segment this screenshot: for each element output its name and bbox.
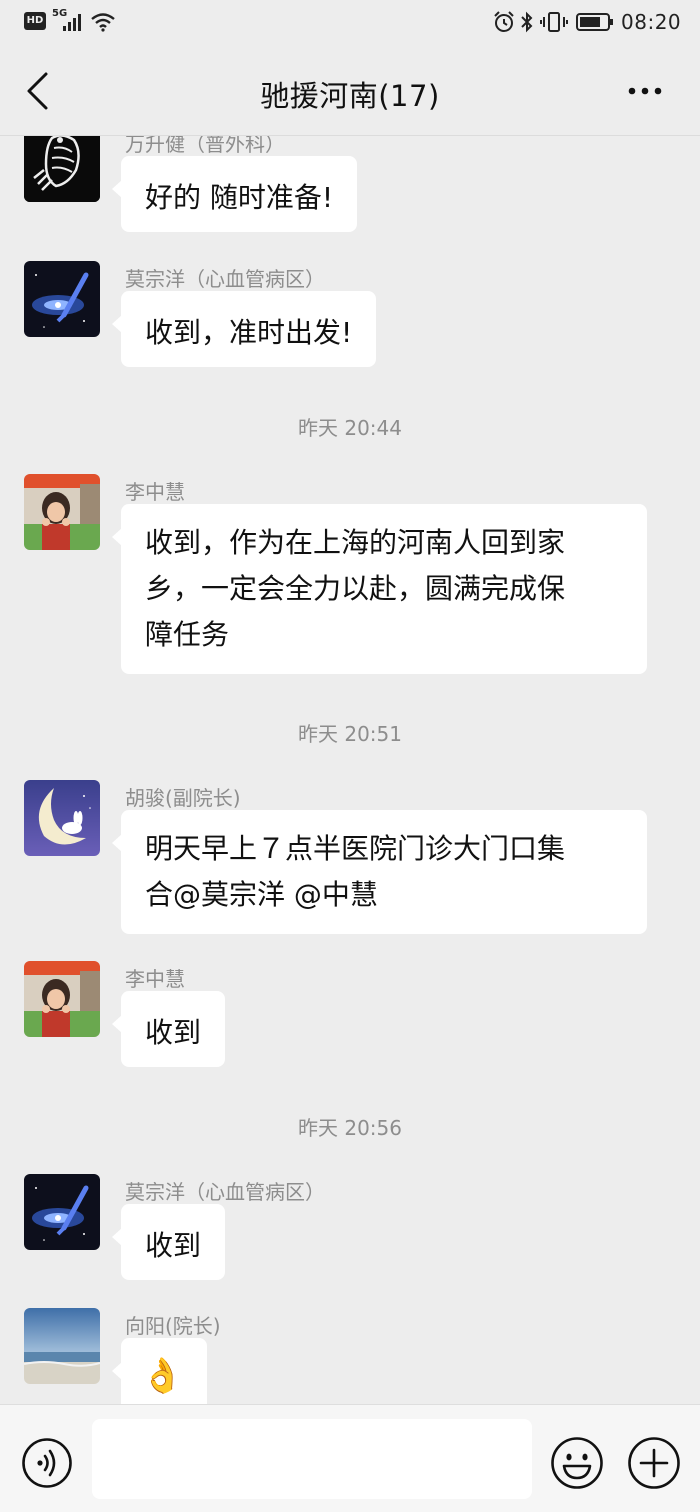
time-divider: 昨天 20:56 (298, 1116, 402, 1140)
message-bubble[interactable]: 收到，作为在上海的河南人回到家 乡，一定会全力以赴，圆满完成保 障任务 (112, 504, 647, 674)
chat-header: 驰援河南(17) (0, 46, 700, 136)
sender-name: 向阳(院长) (125, 1314, 221, 1338)
message-bubble[interactable]: 👌 (112, 1338, 207, 1404)
message-item: 胡骏(副院长) 明天早上７点半医院门诊大门口集 合@莫宗洋 @中慧 (0, 780, 700, 942)
skeleton-hand-avatar[interactable] (24, 136, 100, 202)
more-options-button[interactable] (620, 74, 670, 108)
message-bubble[interactable]: 收到 (111, 1204, 226, 1280)
message-item: 莫宗洋（心血管病区） 收到，准时出发! (0, 261, 700, 373)
sender-name: 万升健（普外科） (125, 136, 285, 156)
message-text-line: 收到，作为在上海的河南人回到家 (145, 526, 566, 559)
message-item: 向阳(院长) 👌 (0, 1308, 700, 1404)
emoji-icon (551, 1437, 603, 1489)
battery-icon (576, 13, 613, 31)
sender-name: 莫宗洋（心血管病区） (125, 267, 325, 291)
message-item: 李中慧 收到，作为在上海的河南人回到家 乡，一定会全力以赴，圆满完成保 障任务 (0, 474, 700, 682)
ok-hand-emoji: 👌 (141, 1356, 184, 1396)
bluetooth-icon (521, 11, 533, 33)
message-bubble[interactable]: 收到，准时出发! (111, 291, 377, 367)
voice-button[interactable] (21, 1437, 73, 1489)
message-item: 莫宗洋（心血管病区） 收到 (0, 1174, 700, 1286)
alarm-icon (494, 11, 514, 32)
message-text-line: 明天早上７点半医院门诊大门口集 (145, 832, 566, 865)
more-dots-icon (628, 87, 662, 95)
galaxy-avatar[interactable] (24, 1174, 100, 1250)
galaxy-avatar[interactable] (24, 261, 100, 337)
message-item: 万升健（普外科） 好的 随时准备! (0, 136, 700, 238)
sender-name: 莫宗洋（心血管病区） (125, 1180, 325, 1204)
message-text: 收到 (145, 1016, 202, 1049)
time-divider: 昨天 20:44 (298, 416, 402, 440)
message-item: 李中慧 收到 (0, 961, 700, 1073)
plus-icon (628, 1437, 680, 1489)
message-bubble[interactable]: 好的 随时准备! (111, 156, 358, 232)
message-text-line: 乡，一定会全力以赴，圆满完成保 (145, 572, 566, 605)
wifi-icon (91, 13, 115, 32)
status-time: 08:20 (621, 10, 682, 34)
girl-photo-avatar[interactable] (24, 474, 100, 550)
input-bar (0, 1404, 700, 1512)
status-bar: HD 5G 08:20 (0, 0, 700, 46)
message-bubble[interactable]: 明天早上７点半医院门诊大门口集 合@莫宗洋 @中慧 (112, 810, 647, 934)
plus-button[interactable] (627, 1436, 681, 1490)
message-text-line: 合@莫宗洋 @中慧 (145, 878, 378, 911)
girl-photo-avatar[interactable] (24, 961, 100, 1037)
sender-name: 胡骏(副院长) (125, 786, 241, 810)
sender-name: 李中慧 (125, 480, 185, 504)
voice-icon (22, 1438, 72, 1488)
message-text: 好的 随时准备! (145, 181, 334, 214)
time-divider: 昨天 20:51 (298, 722, 402, 746)
message-text-line: 障任务 (145, 618, 230, 651)
hd-icon: HD (24, 12, 46, 30)
emoji-button[interactable] (550, 1436, 604, 1490)
message-text: 收到 (145, 1229, 202, 1262)
chevron-left-icon (27, 72, 48, 110)
chat-title: 驰援河南(17) (260, 79, 440, 113)
message-bubble[interactable]: 收到 (111, 991, 226, 1067)
beach-photo-avatar[interactable] (24, 1308, 100, 1384)
moon-rabbit-avatar[interactable] (24, 780, 100, 856)
back-button[interactable] (20, 70, 60, 112)
sender-name: 李中慧 (125, 967, 185, 991)
message-list[interactable]: 万升健（普外科） 好的 随时准备! 莫宗洋（心血管病区） 收到，准时出发! 昨天 (0, 136, 700, 1404)
message-text: 收到，准时出发! (145, 316, 353, 349)
signal-icon (63, 14, 81, 31)
vibrate-icon (540, 12, 568, 32)
message-input[interactable] (92, 1419, 532, 1499)
